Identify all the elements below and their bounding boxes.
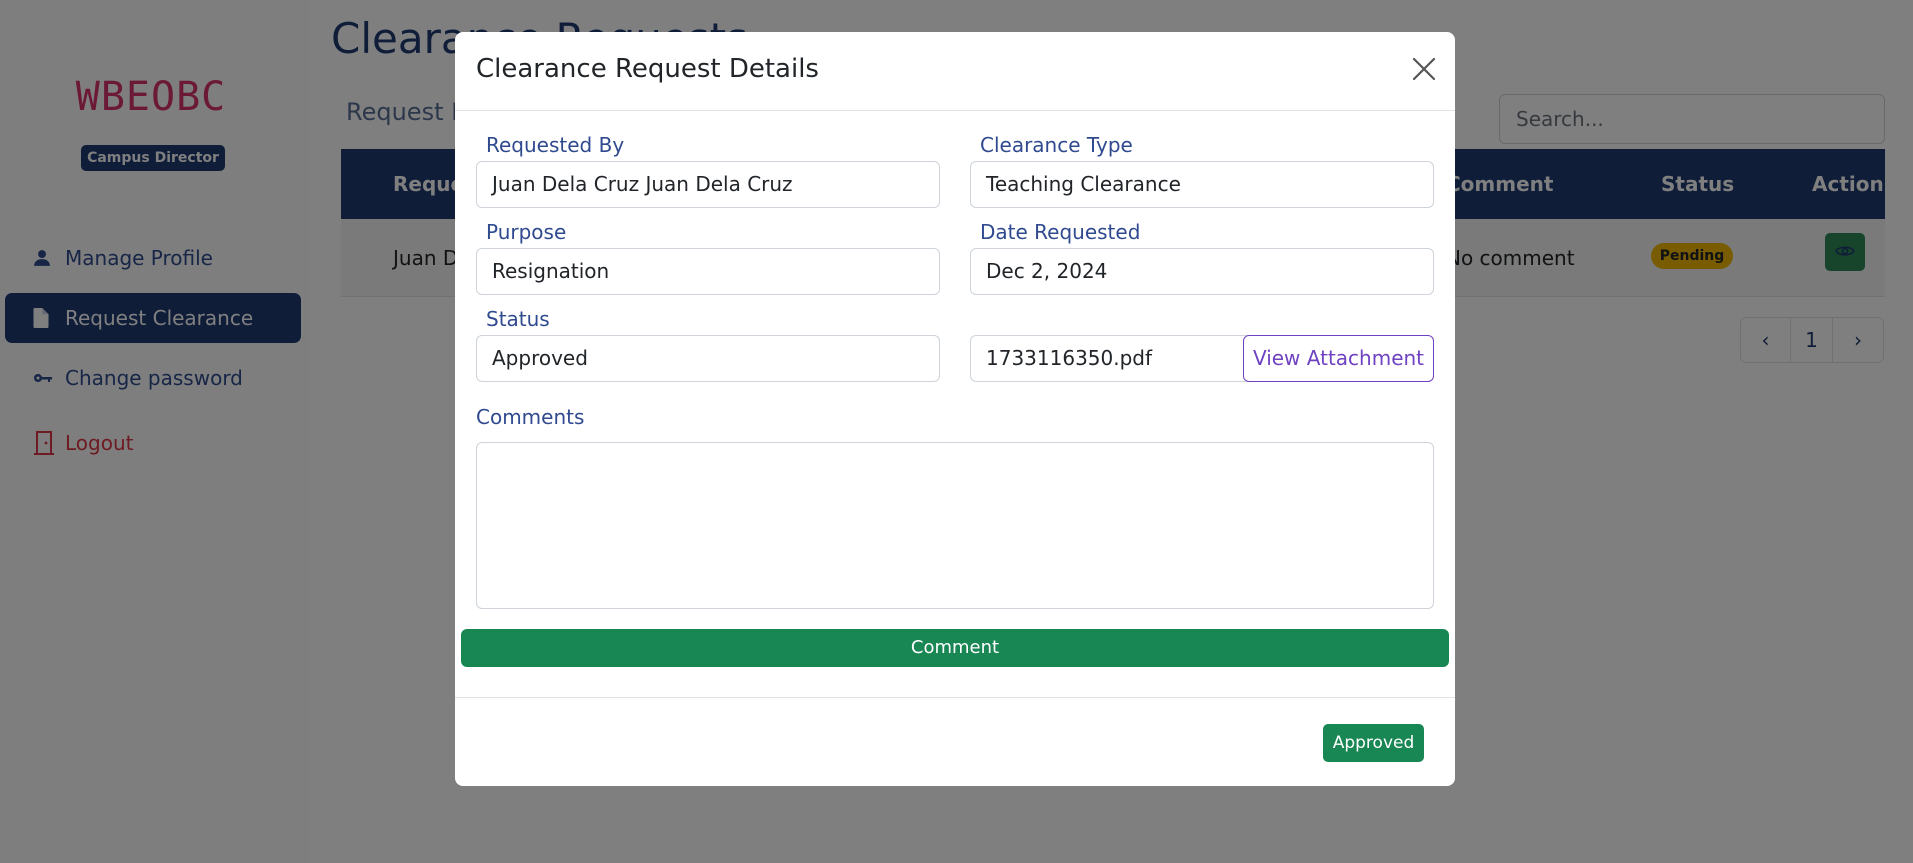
comments-label: Comments: [476, 405, 585, 429]
comments-textarea[interactable]: [476, 442, 1434, 609]
status-label: Status: [486, 307, 550, 331]
comment-button[interactable]: Comment: [461, 629, 1449, 667]
requested-by-label: Requested By: [486, 133, 625, 157]
purpose-label: Purpose: [486, 220, 567, 244]
requested-by-field[interactable]: Juan Dela Cruz Juan Dela Cruz: [476, 161, 940, 208]
date-requested-field[interactable]: Dec 2, 2024: [970, 248, 1434, 295]
clearance-details-modal: Clearance Request Details Requested By J…: [455, 32, 1455, 786]
close-button[interactable]: [1408, 55, 1440, 87]
clearance-type-label: Clearance Type: [980, 133, 1133, 157]
date-requested-label: Date Requested: [980, 220, 1141, 244]
approved-status-button[interactable]: Approved: [1323, 724, 1424, 762]
modal-header: Clearance Request Details: [455, 32, 1455, 111]
close-icon: [1412, 57, 1436, 85]
modal-title: Clearance Request Details: [476, 54, 819, 84]
status-field[interactable]: Approved: [476, 335, 940, 382]
purpose-field[interactable]: Resignation: [476, 248, 940, 295]
attachment-filename-field[interactable]: 1733116350.pdf: [970, 335, 1260, 382]
modal-footer: Approved: [455, 697, 1455, 786]
view-attachment-button[interactable]: View Attachment: [1243, 335, 1434, 382]
clearance-type-field[interactable]: Teaching Clearance: [970, 161, 1434, 208]
